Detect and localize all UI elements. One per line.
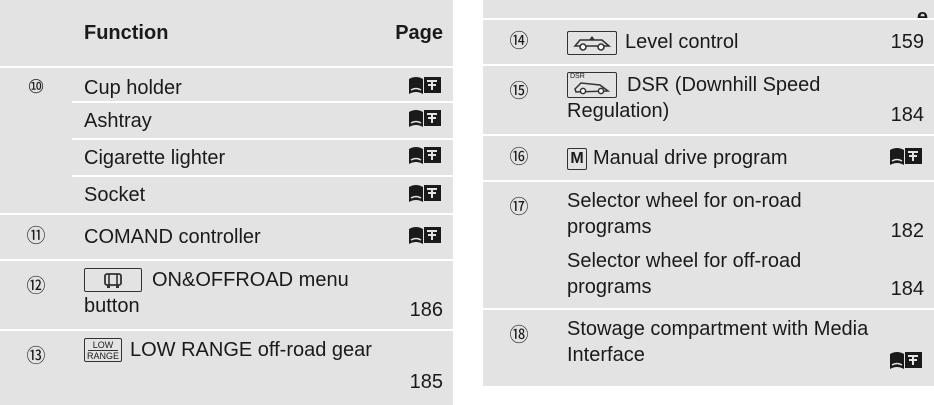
- row-number: ⑪: [0, 215, 72, 259]
- row-number: ⑭: [483, 20, 555, 64]
- page-number: 186: [409, 299, 443, 321]
- row-number: ⑰: [483, 182, 555, 308]
- table-row-17: ⑰ Selector wheel for on-road programs 18…: [483, 180, 934, 308]
- table-row-15: ⑮ DSR DSR (Downhill Speed Regulation) 18…: [483, 64, 934, 134]
- table-row-12: ⑫ ON&OFFROAD menu button 186: [0, 259, 453, 329]
- row-number: ⑩: [0, 68, 72, 213]
- list-item: Level control 159: [555, 20, 934, 64]
- list-item: DSR DSR (Downhill Speed Regulation) 184: [555, 66, 934, 134]
- book-icon: [407, 107, 443, 134]
- header-page: Page: [395, 21, 443, 44]
- car-menu-icon: [84, 268, 142, 292]
- page-number: 182: [890, 220, 924, 242]
- book-icon: [407, 182, 443, 209]
- header-page-partial: e: [916, 6, 928, 18]
- table-row-11: ⑪ COMAND controller: [0, 213, 453, 259]
- row-number: ⑫: [0, 261, 72, 329]
- list-item: Socket: [72, 175, 453, 213]
- row-number: ⑮: [483, 66, 555, 134]
- book-icon: [407, 74, 443, 101]
- book-icon: [888, 349, 924, 376]
- list-item: Ashtray: [72, 101, 453, 138]
- page-number: 184: [890, 104, 924, 126]
- row-number: ⑯: [483, 136, 555, 180]
- list-item: M Manual drive program: [555, 136, 934, 180]
- row-number: ⑬: [0, 331, 72, 405]
- dsr-icon: DSR: [567, 72, 617, 98]
- row-number: ⑱: [483, 310, 555, 386]
- page-number: 159: [890, 31, 924, 53]
- level-control-icon: [567, 30, 617, 55]
- manual-m-icon: M: [567, 147, 587, 170]
- low-range-icon: LOW RANGE: [84, 338, 122, 362]
- table-row-16: ⑯ M Manual drive program: [483, 134, 934, 180]
- page-number: 185: [409, 371, 443, 393]
- table-row-18: ⑱ Stowage compartment with Media Interfa…: [483, 308, 934, 386]
- right-table: e ⑭ Level control 159 ⑮ DSR DSR (Downhil…: [483, 0, 934, 386]
- list-item: Selector wheel for off-road programs 184: [555, 246, 934, 308]
- list-item: ON&OFFROAD menu button 186: [72, 261, 453, 329]
- list-item: Selector wheel for on-road programs 182: [555, 182, 934, 246]
- list-item: Cigarette lighter: [72, 138, 453, 175]
- page-number: 184: [890, 278, 924, 300]
- book-icon: [407, 144, 443, 171]
- left-header: Function Page: [0, 0, 453, 66]
- list-item: Stowage compartment with Media Interface: [555, 310, 934, 386]
- table-row-10: ⑩ Cup holder Ashtray Cigarette lighter S…: [0, 66, 453, 213]
- table-row-13: ⑬ LOW RANGE LOW RANGE off-road gear 185: [0, 329, 453, 405]
- list-item: LOW RANGE LOW RANGE off-road gear 185: [72, 331, 453, 405]
- list-item: COMAND controller: [72, 215, 453, 259]
- right-header: e: [483, 0, 934, 18]
- left-table: Function Page ⑩ Cup holder Ashtray Cigar…: [0, 0, 453, 405]
- book-icon: [888, 145, 924, 172]
- table-row-14: ⑭ Level control 159: [483, 18, 934, 64]
- header-function: Function: [84, 21, 169, 44]
- list-item: Cup holder: [72, 68, 453, 101]
- book-icon: [407, 224, 443, 251]
